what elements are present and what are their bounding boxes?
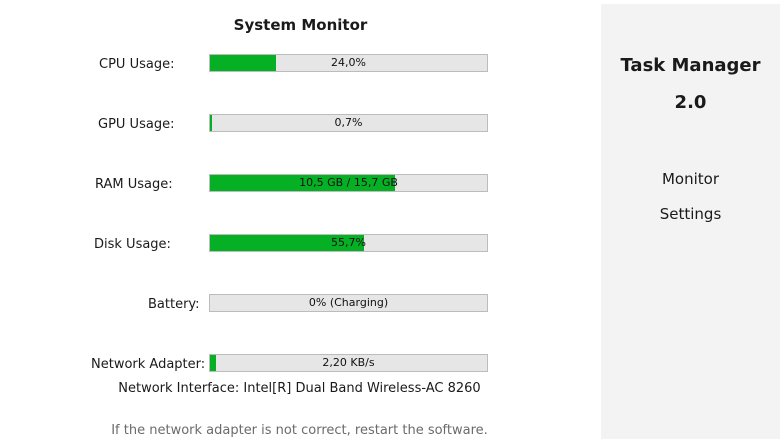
gpu-usage-value: 0,7% (334, 116, 363, 129)
panel-title: System Monitor (233, 16, 368, 34)
gpu-usage-bar: 0,7% (209, 114, 488, 132)
network-interface-text: Network Interface: Intel[R] Dual Band Wi… (118, 381, 481, 396)
app-title-name: Task Manager (620, 55, 761, 76)
ram-usage-label: RAM Usage: (95, 177, 173, 192)
app-title: Task Manager 2.0 (601, 47, 780, 121)
disk-usage-bar: 55,7% (209, 234, 488, 252)
ram-usage-bar: 10,5 GB / 15,7 GB (209, 174, 488, 192)
network-adapter-value: 2,20 KB/s (322, 356, 375, 369)
network-adapter-label: Network Adapter: (91, 357, 206, 372)
sidebar: Task Manager 2.0 Monitor Settings (601, 4, 780, 439)
disk-usage-value: 55,7% (331, 236, 366, 249)
restart-hint-text: If the network adapter is not correct, r… (111, 423, 488, 438)
nav-settings[interactable]: Settings (601, 204, 780, 224)
disk-usage-label: Disk Usage: (94, 237, 171, 252)
app-title-version: 2.0 (674, 92, 707, 113)
cpu-usage-label: CPU Usage: (99, 57, 175, 72)
monitor-panel: System Monitor CPU Usage: 24,0% GPU Usag… (0, 0, 601, 439)
battery-label: Battery: (148, 297, 200, 312)
network-adapter-bar: 2,20 KB/s (209, 354, 488, 372)
cpu-usage-bar: 24,0% (209, 54, 488, 72)
battery-bar: 0% (Charging) (209, 294, 488, 312)
ram-usage-value: 10,5 GB / 15,7 GB (299, 176, 398, 189)
gpu-usage-label: GPU Usage: (98, 117, 175, 132)
battery-value: 0% (Charging) (308, 296, 389, 309)
task-manager-window: System Monitor CPU Usage: 24,0% GPU Usag… (0, 0, 780, 439)
nav-monitor[interactable]: Monitor (601, 169, 780, 189)
cpu-usage-value: 24,0% (331, 56, 366, 69)
